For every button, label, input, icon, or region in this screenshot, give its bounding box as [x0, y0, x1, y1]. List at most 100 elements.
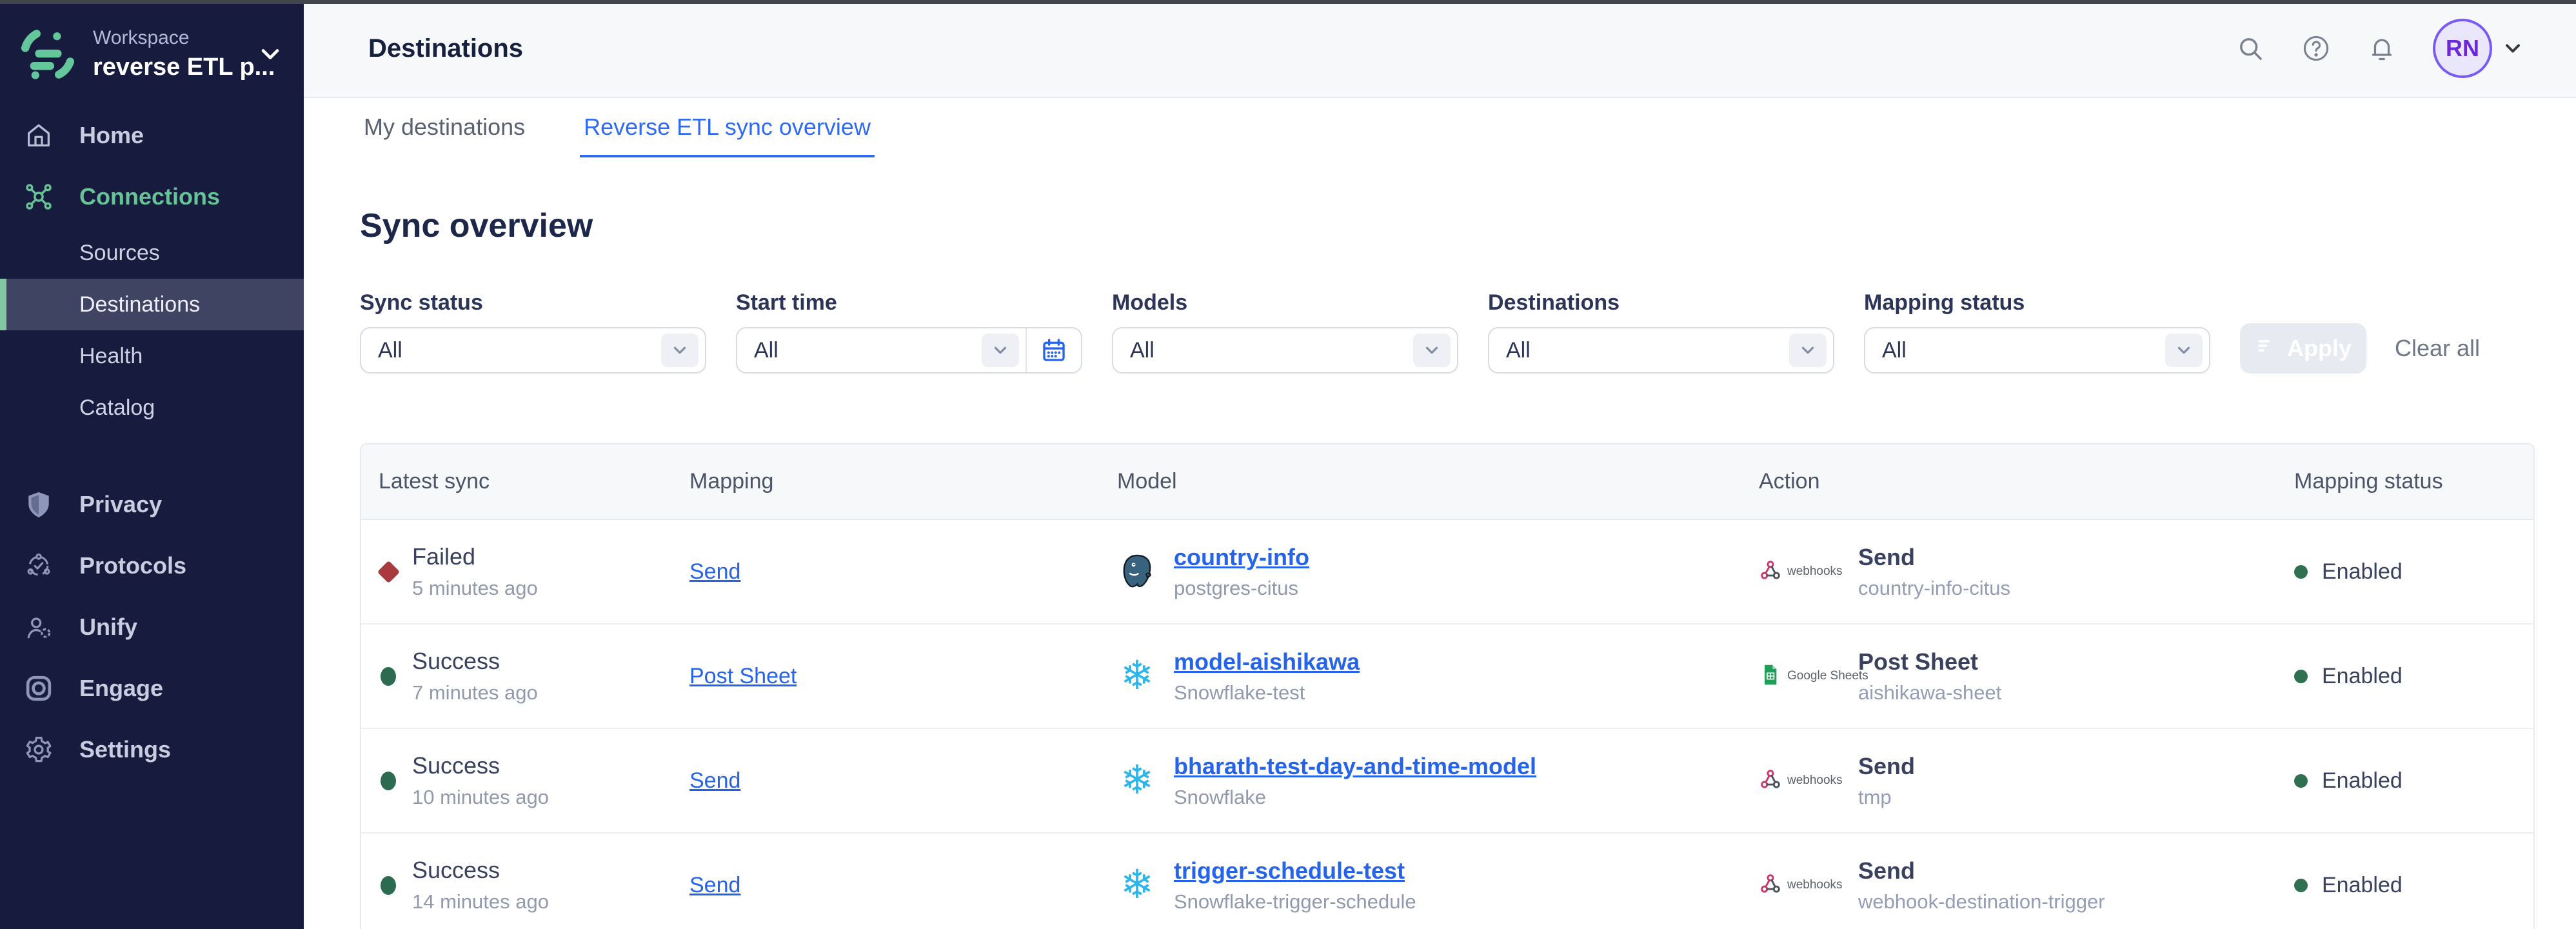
sidebar-item-catalog[interactable]: Catalog [0, 382, 304, 434]
bell-icon[interactable] [2367, 34, 2397, 63]
page-header-title: Destinations [368, 34, 523, 63]
chevron-down-icon [661, 334, 698, 367]
success-status-icon [381, 667, 396, 686]
sidebar-item-health[interactable]: Health [0, 330, 304, 382]
table-row: Success 10 minutes ago Send ❄ bharath-te… [361, 729, 2533, 834]
calendar-icon[interactable] [1025, 328, 1081, 372]
model-source: postgres-citus [1174, 577, 1309, 600]
app: Workspace reverse ETL p... HomeConnectio… [0, 0, 2576, 929]
sidebar-item-home[interactable]: Home [0, 105, 304, 166]
mapping-link[interactable]: Send [689, 559, 740, 584]
sidebar-item-sources[interactable]: Sources [0, 227, 304, 279]
apply-button[interactable]: Apply [2240, 323, 2366, 374]
model-link[interactable]: trigger-schedule-test [1174, 857, 1416, 884]
rudderstack-logo [18, 25, 77, 84]
model-cell: ❄ trigger-schedule-test Snowflake-trigge… [1117, 857, 1759, 914]
help-icon[interactable] [2301, 34, 2331, 63]
mapping-status-label: Enabled [2322, 873, 2403, 898]
filter-select[interactable]: All [736, 327, 1082, 374]
mapping-status-cell: Enabled [2294, 768, 2533, 794]
page-header: Destinations RN [304, 0, 2576, 98]
mapping-status-cell: Enabled [2294, 664, 2533, 689]
sidebar-item-unify[interactable]: Unify [0, 596, 304, 657]
filter-select[interactable]: All [1488, 327, 1834, 374]
latest-sync-cell: Success 7 minutes ago [361, 648, 689, 704]
unify-icon [24, 612, 54, 642]
model-link[interactable]: model-aishikawa [1174, 648, 1360, 675]
model-link[interactable]: bharath-test-day-and-time-model [1174, 753, 1536, 780]
account-menu[interactable]: RN [2433, 19, 2524, 78]
webhooks-icon [1759, 768, 1782, 794]
mapping-status-cell: Enabled [2294, 873, 2533, 898]
workspace-switcher[interactable]: Workspace reverse ETL p... [0, 0, 304, 90]
sidebar-item-privacy[interactable]: Privacy [0, 474, 304, 535]
engage-icon [24, 674, 54, 703]
filter-select[interactable]: All [1864, 327, 2210, 374]
sync-status-label: Success [412, 857, 549, 884]
protocols-icon [24, 551, 54, 581]
filter-selected-value: All [737, 338, 982, 363]
chevron-down-icon [2165, 334, 2203, 367]
nav-section-gap [0, 434, 304, 474]
table-row: Success 7 minutes ago Post Sheet ❄ model… [361, 624, 2533, 729]
chevron-down-icon [982, 334, 1019, 367]
avatar[interactable]: RN [2433, 19, 2492, 78]
model-source: Snowflake [1174, 786, 1536, 809]
table-row: Failed 5 minutes ago Send country-info p… [361, 520, 2533, 624]
column-header-latest-sync: Latest sync [361, 469, 689, 494]
chevron-down-icon [1789, 334, 1827, 367]
action-cell: webhooks Send country-info-citus [1759, 544, 2294, 600]
action-title: Send [1858, 544, 2010, 571]
action-title: Post Sheet [1858, 648, 2001, 675]
mapping-cell: Post Sheet [689, 664, 1117, 689]
mapping-link[interactable]: Send [689, 873, 740, 897]
connections-icon [24, 182, 54, 212]
mapping-link[interactable]: Send [689, 768, 740, 793]
filter-label: Mapping status [1864, 290, 2210, 315]
mapping-link[interactable]: Post Sheet [689, 664, 797, 688]
chevron-down-icon [256, 40, 284, 68]
latest-sync-cell: Success 14 minutes ago [361, 857, 689, 914]
mapping-status-label: Enabled [2322, 664, 2403, 689]
mapping-status-cell: Enabled [2294, 559, 2533, 584]
sidebar: Workspace reverse ETL p... HomeConnectio… [0, 0, 304, 929]
filter-select[interactable]: All [1112, 327, 1458, 374]
filter-selected-value: All [1113, 338, 1413, 363]
sidebar-item-settings[interactable]: Settings [0, 719, 304, 780]
filter-selected-value: All [361, 338, 661, 363]
filters-bar: Sync status All Start time All Models Al… [360, 290, 2576, 374]
sidebar-item-destinations[interactable]: Destinations [0, 279, 304, 330]
latest-sync-cell: Failed 5 minutes ago [361, 543, 689, 600]
column-header-model: Model [1117, 469, 1759, 494]
model-cell: ❄ bharath-test-day-and-time-model Snowfl… [1117, 753, 1759, 809]
filter-select[interactable]: All [360, 327, 706, 374]
column-header-mapping-status: Mapping status [2294, 469, 2533, 494]
sidebar-item-connections[interactable]: Connections [0, 166, 304, 227]
clear-all-link[interactable]: Clear all [2395, 323, 2480, 374]
filter-icon [2255, 335, 2277, 363]
model-cell: ❄ model-aishikawa Snowflake-test [1117, 648, 1759, 704]
sync-time: 14 minutes ago [412, 890, 549, 914]
tab-reverse-etl-sync-overview[interactable]: Reverse ETL sync overview [580, 103, 875, 157]
snowflake-icon: ❄ [1117, 865, 1157, 905]
action-destination: tmp [1858, 786, 1915, 809]
tab-my-destinations[interactable]: My destinations [360, 103, 529, 157]
snowflake-icon: ❄ [1117, 761, 1157, 801]
mapping-status-label: Enabled [2322, 768, 2403, 794]
sync-status-label: Success [412, 648, 538, 675]
search-icon[interactable] [2235, 34, 2265, 63]
filter-label: Destinations [1488, 290, 1834, 315]
mapping-cell: Send [689, 873, 1117, 898]
filter-group-start-time: Start time All [736, 290, 1082, 374]
privacy-icon [24, 490, 54, 519]
model-link[interactable]: country-info [1174, 544, 1309, 571]
column-header-action: Action [1759, 469, 2294, 494]
workspace-eyebrow: Workspace [93, 27, 251, 50]
sync-time: 10 minutes ago [412, 786, 549, 809]
enabled-dot [2294, 670, 2308, 683]
column-header-mapping: Mapping [689, 469, 1117, 494]
sidebar-item-engage[interactable]: Engage [0, 657, 304, 719]
sync-status-label: Failed [412, 543, 538, 570]
sidebar-item-protocols[interactable]: Protocols [0, 535, 304, 596]
model-source: Snowflake-trigger-schedule [1174, 890, 1416, 914]
